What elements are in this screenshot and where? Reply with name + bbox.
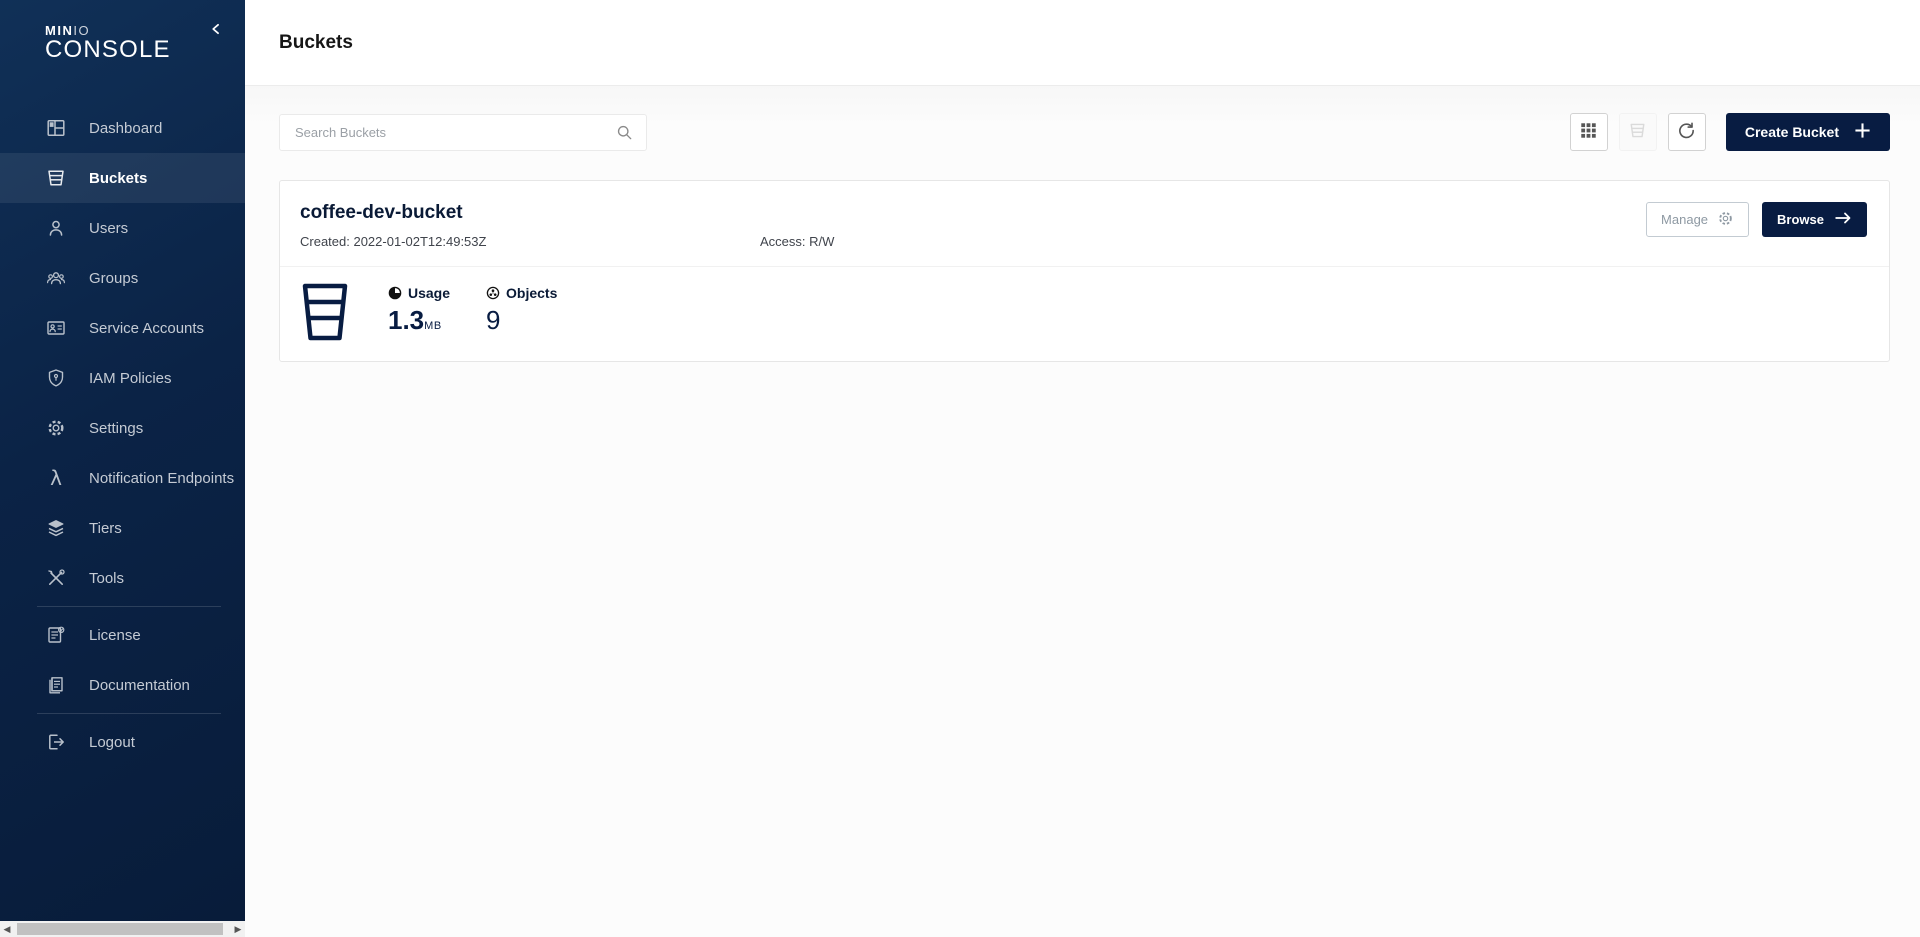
create-bucket-label: Create Bucket	[1745, 124, 1839, 140]
usage-label-row: Usage	[388, 285, 450, 301]
bucket-card-metrics: Usage 1.3MB Objects 9	[280, 267, 1889, 361]
objects-metric: Objects 9	[486, 285, 557, 340]
list-view-button[interactable]	[1619, 113, 1657, 151]
usage-value: 1.3MB	[388, 306, 450, 340]
objects-icon	[486, 286, 500, 300]
objects-value: 9	[486, 306, 557, 334]
bucket-access: Access: R/W	[760, 234, 834, 249]
grid-view-icon	[1579, 121, 1598, 143]
sidebar-item-logout[interactable]: Logout	[0, 717, 245, 767]
bucket-icon	[300, 282, 350, 342]
dashboard-icon	[45, 117, 67, 139]
usage-unit: MB	[424, 320, 442, 332]
search-input[interactable]	[295, 125, 616, 140]
sidebar-item-label: Tiers	[89, 520, 122, 537]
buckets-icon	[45, 167, 67, 189]
sidebar-item-label: Groups	[89, 270, 138, 287]
sidebar-item-users[interactable]: Users	[0, 203, 245, 253]
sidebar-collapse-button[interactable]	[203, 18, 229, 44]
objects-label: Objects	[506, 285, 557, 301]
search-icon	[616, 124, 633, 141]
sidebar-item-service-accounts[interactable]: Service Accounts	[0, 303, 245, 353]
refresh-icon	[1677, 121, 1696, 143]
sidebar-item-label: Service Accounts	[89, 320, 204, 337]
grid-view-button[interactable]	[1570, 113, 1608, 151]
manage-button[interactable]: Manage	[1646, 202, 1749, 237]
sidebar-item-settings[interactable]: Settings	[0, 403, 245, 453]
iam-policies-icon	[45, 367, 67, 389]
chevron-left-icon	[209, 22, 223, 41]
sidebar-item-buckets[interactable]: Buckets	[0, 153, 245, 203]
horizontal-scrollbar[interactable]: ◀ ▶	[0, 921, 245, 937]
arrow-right-icon	[1834, 211, 1852, 228]
bucket-card-buttons: Manage Browse	[1646, 202, 1867, 249]
sidebar-item-tools[interactable]: Tools	[0, 553, 245, 603]
sidebar-item-label: Tools	[89, 570, 124, 587]
sidebar-item-label: IAM Policies	[89, 370, 172, 387]
content-area: Create Bucket coffee-dev-bucket Created:…	[245, 86, 1920, 937]
settings-icon	[45, 417, 67, 439]
tiers-icon	[45, 517, 67, 539]
bucket-meta: Created: 2022-01-02T12:49:53Z Access: R/…	[300, 234, 834, 249]
refresh-button[interactable]	[1668, 113, 1706, 151]
sidebar-item-groups[interactable]: Groups	[0, 253, 245, 303]
actions-row: Create Bucket	[279, 113, 1890, 151]
logout-icon	[45, 731, 67, 753]
sidebar-item-label: Notification Endpoints	[89, 470, 234, 487]
sidebar: MINIO CONSOLE Dashboard Buckets Users	[0, 0, 245, 921]
create-bucket-button[interactable]: Create Bucket	[1726, 113, 1890, 151]
sidebar-item-notification-endpoints[interactable]: λ Notification Endpoints	[0, 453, 245, 503]
usage-label: Usage	[408, 285, 450, 301]
service-accounts-icon	[45, 317, 67, 339]
browse-button[interactable]: Browse	[1762, 202, 1867, 237]
documentation-icon	[45, 674, 67, 696]
main-area: Buckets	[245, 0, 1920, 937]
groups-icon	[45, 267, 67, 289]
scrollbar-thumb[interactable]	[17, 923, 223, 935]
sidebar-item-documentation[interactable]: Documentation	[0, 660, 245, 710]
sidebar-item-label: Documentation	[89, 677, 190, 694]
sidebar-item-label: Users	[89, 220, 128, 237]
scroll-right-arrow-icon[interactable]: ▶	[231, 921, 245, 937]
browse-label: Browse	[1777, 212, 1824, 227]
objects-label-row: Objects	[486, 285, 557, 301]
usage-metric: Usage 1.3MB	[388, 285, 450, 340]
sidebar-divider	[37, 606, 221, 607]
sidebar-menu: Dashboard Buckets Users Groups Service A	[0, 103, 245, 767]
gear-icon	[1717, 210, 1734, 230]
bucket-name[interactable]: coffee-dev-bucket	[300, 202, 834, 224]
view-toolbar: Create Bucket	[1570, 113, 1890, 151]
license-icon	[45, 624, 67, 646]
sidebar-item-label: Dashboard	[89, 120, 162, 137]
metrics: Usage 1.3MB Objects 9	[388, 285, 557, 340]
plus-icon	[1854, 122, 1871, 142]
sidebar-item-label: Logout	[89, 734, 135, 751]
tools-icon	[45, 567, 67, 589]
sidebar-item-label: License	[89, 627, 141, 644]
sidebar-item-iam-policies[interactable]: IAM Policies	[0, 353, 245, 403]
bucket-list-icon	[1628, 121, 1647, 143]
manage-label: Manage	[1661, 212, 1708, 227]
search-box[interactable]	[279, 114, 647, 151]
sidebar-item-tiers[interactable]: Tiers	[0, 503, 245, 553]
page-header: Buckets	[245, 0, 1920, 86]
page-title: Buckets	[279, 32, 353, 54]
brand-logo: MINIO CONSOLE	[0, 0, 245, 63]
bucket-info: coffee-dev-bucket Created: 2022-01-02T12…	[300, 202, 834, 249]
sidebar-item-license[interactable]: License	[0, 610, 245, 660]
lambda-icon: λ	[45, 467, 67, 489]
users-icon	[45, 217, 67, 239]
sidebar-divider	[37, 713, 221, 714]
usage-pie-icon	[388, 286, 402, 300]
scroll-left-arrow-icon[interactable]: ◀	[0, 921, 14, 937]
bucket-card-top: coffee-dev-bucket Created: 2022-01-02T12…	[280, 181, 1889, 266]
bucket-card: coffee-dev-bucket Created: 2022-01-02T12…	[279, 180, 1890, 362]
bucket-created: Created: 2022-01-02T12:49:53Z	[300, 234, 760, 249]
sidebar-item-label: Settings	[89, 420, 143, 437]
sidebar-item-label: Buckets	[89, 170, 147, 187]
sidebar-item-dashboard[interactable]: Dashboard	[0, 103, 245, 153]
